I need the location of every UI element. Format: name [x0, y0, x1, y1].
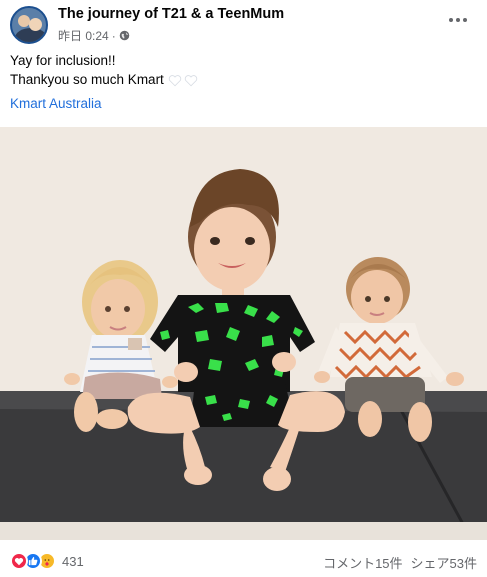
comments-count[interactable]: コメント15件 [323, 553, 402, 572]
post-footer: 431 コメント15件 シェア53件 [0, 540, 487, 577]
more-options-button[interactable] [447, 12, 469, 28]
shares-count[interactable]: シェア53件 [411, 553, 477, 572]
mention-link[interactable]: Kmart Australia [10, 96, 102, 111]
post-text: Yay for inclusion!! Thankyou so much Kma… [10, 51, 198, 89]
post-text-line-2-wrap: Thankyou so much Kmart [10, 70, 198, 89]
white-heart-icon [168, 74, 198, 87]
post-meta: 昨日 0:24 · [58, 27, 130, 44]
photo-illustration [0, 127, 487, 540]
page-name[interactable]: The journey of T21 & a TeenMum [58, 6, 284, 22]
love-reaction-icon [10, 552, 28, 570]
page-avatar[interactable] [10, 6, 48, 44]
post-photo[interactable] [0, 127, 487, 540]
reactions-summary[interactable]: 431 [10, 552, 84, 570]
post-header: The journey of T21 & a TeenMum 昨日 0:24 · [10, 4, 477, 44]
post-timestamp[interactable]: 昨日 0:24 [58, 27, 109, 44]
globe-icon [119, 30, 129, 41]
post-stats: コメント15件 シェア53件 [323, 553, 477, 572]
post-text-line-2: Thankyou so much Kmart [10, 72, 164, 87]
meta-separator: · [111, 28, 116, 43]
reaction-count: 431 [62, 553, 84, 569]
post-text-line-1: Yay for inclusion!! [10, 53, 116, 68]
